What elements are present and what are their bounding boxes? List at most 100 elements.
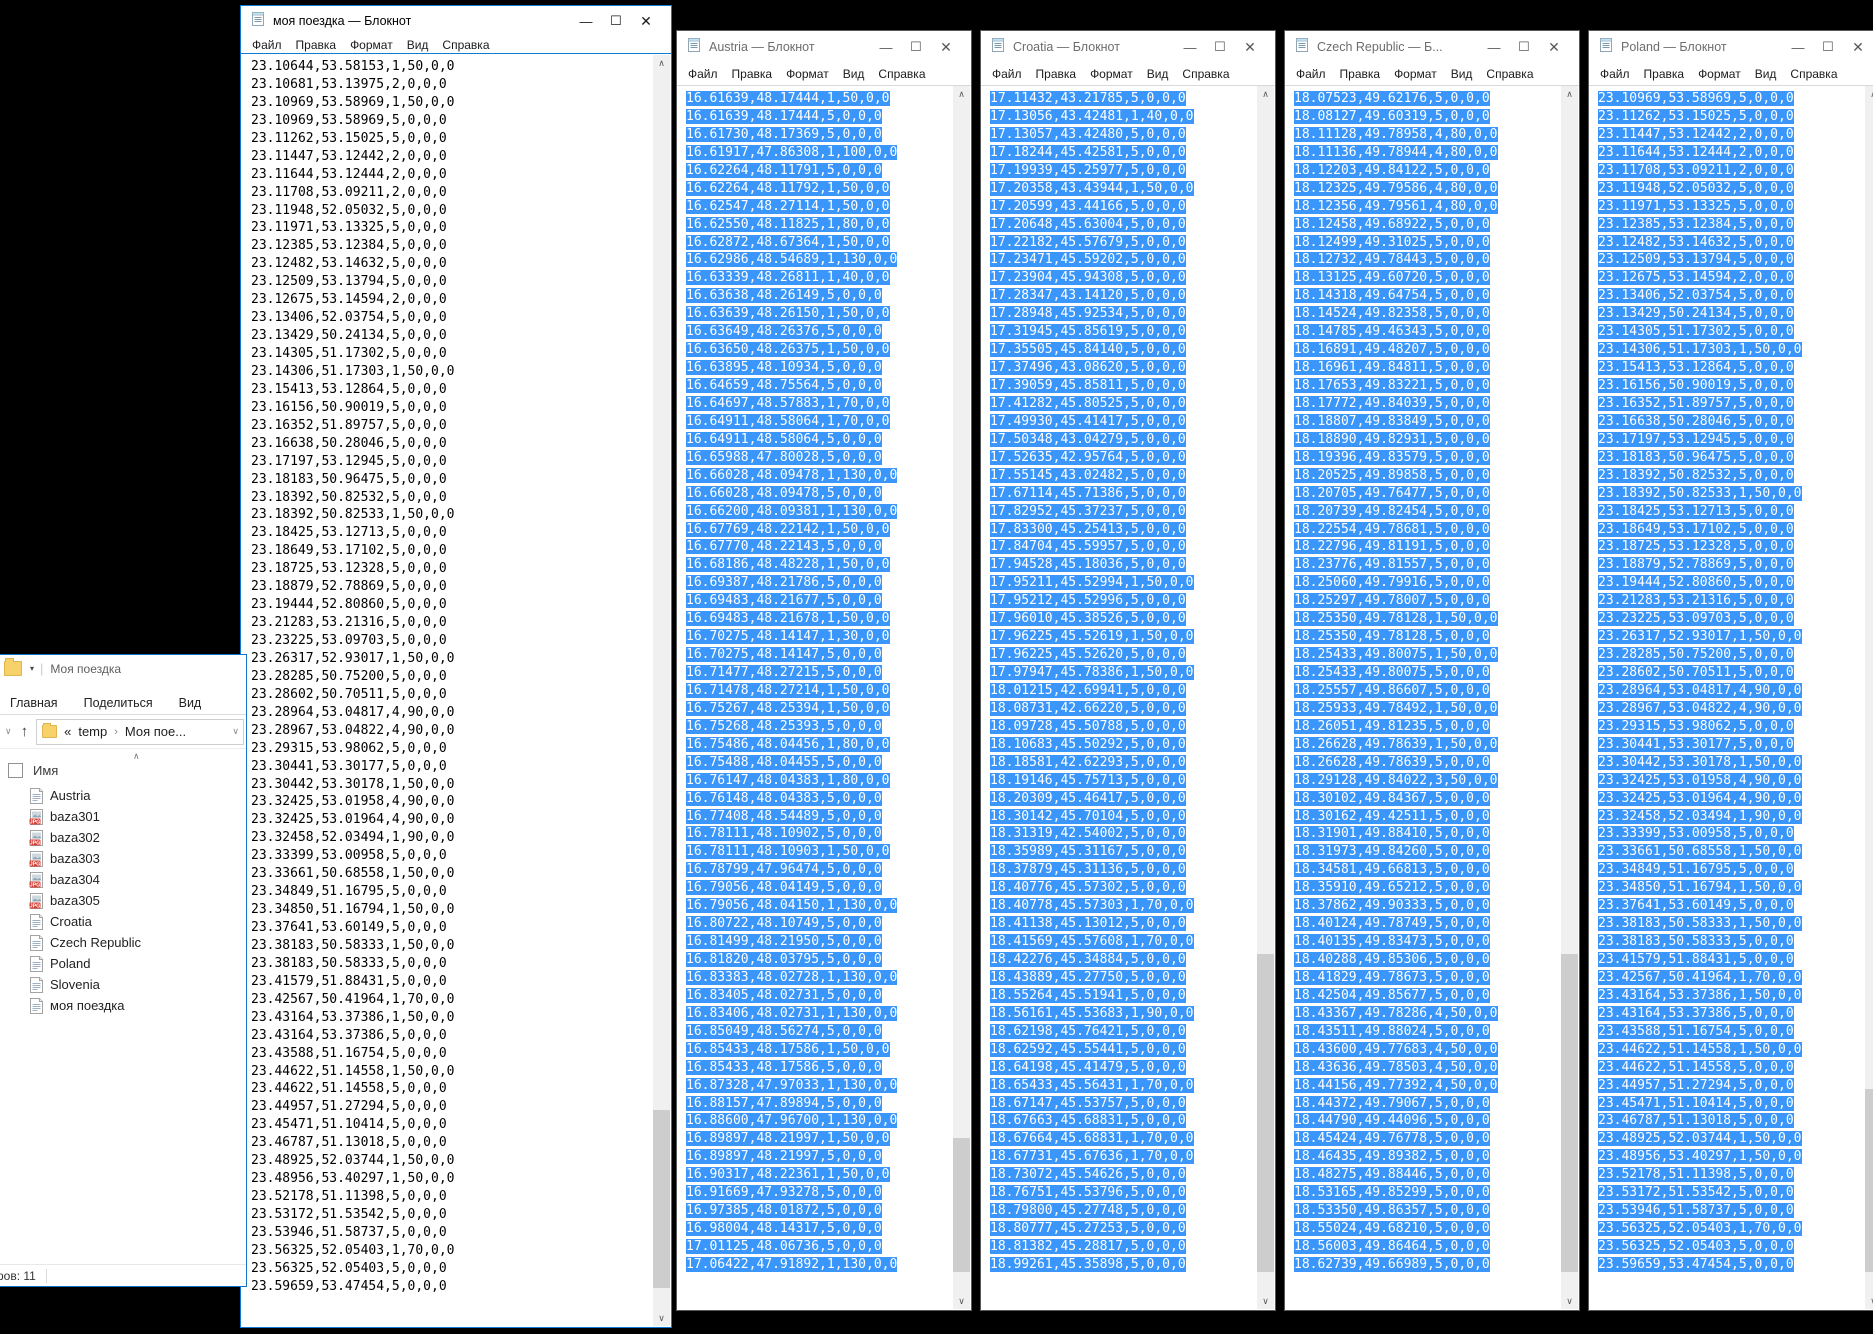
file-row[interactable]: JPGbaza304 bbox=[0, 869, 246, 890]
scrollbar-thumb[interactable] bbox=[653, 1110, 670, 1288]
menu-file[interactable]: Файл bbox=[1289, 67, 1333, 81]
text-area[interactable]: 17.11432,43.21785,5,0,0,017.13056,43.424… bbox=[982, 87, 1257, 1309]
file-row[interactable]: Poland bbox=[0, 953, 246, 974]
tab-home[interactable]: Главная bbox=[10, 696, 58, 710]
menu-format[interactable]: Формат bbox=[1387, 67, 1444, 81]
minimize-button[interactable]: — bbox=[1783, 40, 1813, 55]
tab-share[interactable]: Поделиться bbox=[84, 696, 153, 710]
titlebar[interactable]: Croatia — Блокнот — ☐ ✕ bbox=[981, 31, 1275, 63]
up-arrow-icon[interactable]: ↑ bbox=[17, 723, 37, 740]
menu-help[interactable]: Справка bbox=[1175, 67, 1236, 81]
close-button[interactable]: ✕ bbox=[931, 39, 961, 56]
titlebar[interactable]: Austria — Блокнот — ☐ ✕ bbox=[677, 31, 971, 63]
minimize-button[interactable]: — bbox=[571, 14, 601, 29]
back-chevron-icon[interactable]: ∨ bbox=[2, 726, 17, 737]
breadcrumb-segment[interactable]: temp bbox=[78, 724, 107, 739]
menu-file[interactable]: Файл bbox=[245, 38, 289, 52]
quick-access-chevron-icon[interactable]: ▾ bbox=[30, 664, 34, 673]
address-dropdown-icon[interactable]: ∨ bbox=[228, 726, 239, 737]
minimize-button[interactable]: — bbox=[1175, 40, 1205, 55]
close-button[interactable]: ✕ bbox=[1235, 39, 1265, 56]
titlebar[interactable]: Czech Republic — Б... — ☐ ✕ bbox=[1285, 31, 1579, 63]
scroll-up-icon[interactable]: ∧ bbox=[953, 86, 970, 102]
scroll-down-icon[interactable]: ∨ bbox=[1257, 1293, 1274, 1309]
file-row[interactable]: JPGbaza305 bbox=[0, 890, 246, 911]
menu-help[interactable]: Справка bbox=[871, 67, 932, 81]
file-row[interactable]: JPGbaza301 bbox=[0, 806, 246, 827]
menu-file[interactable]: Файл bbox=[985, 67, 1029, 81]
menu-edit[interactable]: Правка bbox=[1029, 67, 1084, 81]
scrollbar-thumb[interactable] bbox=[953, 1138, 970, 1273]
text-area[interactable]: 23.10644,53.58153,1,50,0,023.10681,53.13… bbox=[242, 56, 653, 1326]
address-bar[interactable]: « temp › Моя пое... ∨ bbox=[36, 719, 244, 745]
menu-view[interactable]: Вид bbox=[1444, 67, 1480, 81]
close-button[interactable]: ✕ bbox=[1843, 39, 1873, 56]
menu-help[interactable]: Справка bbox=[1479, 67, 1540, 81]
maximize-button[interactable]: ☐ bbox=[1813, 39, 1843, 55]
select-all-checkbox[interactable] bbox=[8, 763, 23, 778]
close-button[interactable]: ✕ bbox=[1539, 39, 1569, 56]
maximize-button[interactable]: ☐ bbox=[901, 39, 931, 55]
tab-view[interactable]: Вид bbox=[179, 696, 202, 710]
scroll-down-icon[interactable]: ∨ bbox=[653, 1310, 670, 1326]
scroll-up-icon[interactable]: ∧ bbox=[653, 55, 670, 71]
explorer-titlebar[interactable]: ▾ | Моя поездка bbox=[0, 655, 246, 682]
titlebar[interactable]: моя поездка — Блокнот — ☐ ✕ bbox=[241, 6, 671, 36]
data-line: 23.11262,53.15025,5,0,0,0 bbox=[251, 130, 653, 148]
file-row[interactable]: Czech Republic bbox=[0, 932, 246, 953]
close-button[interactable]: ✕ bbox=[631, 13, 661, 30]
text-area[interactable]: 23.10969,53.58969,5,0,0,023.11262,53.150… bbox=[1590, 87, 1865, 1309]
menu-edit[interactable]: Правка bbox=[725, 67, 780, 81]
maximize-button[interactable]: ☐ bbox=[601, 13, 631, 29]
vertical-scrollbar[interactable]: ∧ ∨ bbox=[653, 55, 670, 1326]
data-line: 18.80777,45.27253,5,0,0,0 bbox=[990, 1220, 1257, 1238]
file-row[interactable]: Croatia bbox=[0, 911, 246, 932]
scroll-up-icon[interactable]: ∧ bbox=[1257, 86, 1274, 102]
file-row[interactable]: Austria bbox=[0, 785, 246, 806]
maximize-button[interactable]: ☐ bbox=[1205, 39, 1235, 55]
vertical-scrollbar[interactable]: ∧ ∨ bbox=[1561, 86, 1578, 1309]
titlebar[interactable]: Poland — Блокнот — ☐ ✕ bbox=[1589, 31, 1873, 63]
data-line: 18.43636,49.78503,4,50,0,0 bbox=[1294, 1059, 1561, 1077]
menu-format[interactable]: Формат bbox=[1083, 67, 1140, 81]
maximize-button[interactable]: ☐ bbox=[1509, 39, 1539, 55]
file-row[interactable]: JPGbaza302 bbox=[0, 827, 246, 848]
menu-format[interactable]: Формат bbox=[343, 38, 400, 52]
menu-view[interactable]: Вид bbox=[836, 67, 872, 81]
scroll-up-icon[interactable]: ∧ bbox=[1865, 86, 1873, 102]
scroll-up-icon[interactable]: ∧ bbox=[1561, 86, 1578, 102]
menu-view[interactable]: Вид bbox=[400, 38, 436, 52]
scrollbar-thumb[interactable] bbox=[1561, 954, 1578, 1272]
column-header-name[interactable]: Имя bbox=[33, 763, 58, 778]
minimize-button[interactable]: — bbox=[871, 40, 901, 55]
menu-edit[interactable]: Правка bbox=[1333, 67, 1388, 81]
menu-view[interactable]: Вид bbox=[1140, 67, 1176, 81]
menu-file[interactable]: Файл bbox=[681, 67, 725, 81]
text-area[interactable]: 16.61639,48.17444,1,50,0,016.61639,48.17… bbox=[678, 87, 953, 1309]
scrollbar-thumb[interactable] bbox=[1865, 1089, 1873, 1272]
file-row[interactable]: Slovenia bbox=[0, 974, 246, 995]
scroll-down-icon[interactable]: ∨ bbox=[953, 1293, 970, 1309]
file-row[interactable]: моя поездка bbox=[0, 995, 246, 1016]
menu-help[interactable]: Справка bbox=[1783, 67, 1844, 81]
breadcrumb-root[interactable]: « bbox=[64, 724, 71, 739]
menu-edit[interactable]: Правка bbox=[289, 38, 344, 52]
vertical-scrollbar[interactable]: ∧ ∨ bbox=[1865, 86, 1873, 1309]
minimize-button[interactable]: — bbox=[1479, 40, 1509, 55]
scrollbar-thumb[interactable] bbox=[1257, 954, 1274, 1272]
menu-help[interactable]: Справка bbox=[435, 38, 496, 52]
sort-direction-icon[interactable]: ∧ bbox=[133, 751, 140, 762]
menu-format[interactable]: Формат bbox=[1691, 67, 1748, 81]
menu-view[interactable]: Вид bbox=[1748, 67, 1784, 81]
vertical-scrollbar[interactable]: ∧ ∨ bbox=[1257, 86, 1274, 1309]
breadcrumb-segment[interactable]: Моя пое... bbox=[125, 724, 186, 739]
vertical-scrollbar[interactable]: ∧ ∨ bbox=[953, 86, 970, 1309]
data-line: 18.26628,49.78639,1,50,0,0 bbox=[1294, 736, 1561, 754]
menu-format[interactable]: Формат bbox=[779, 67, 836, 81]
menu-edit[interactable]: Правка bbox=[1637, 67, 1692, 81]
scroll-down-icon[interactable]: ∨ bbox=[1561, 1293, 1578, 1309]
file-row[interactable]: JPGbaza303 bbox=[0, 848, 246, 869]
scroll-down-icon[interactable]: ∨ bbox=[1865, 1293, 1873, 1309]
menu-file[interactable]: Файл bbox=[1593, 67, 1637, 81]
text-area[interactable]: 18.07523,49.62176,5,0,0,018.08127,49.603… bbox=[1286, 87, 1561, 1309]
